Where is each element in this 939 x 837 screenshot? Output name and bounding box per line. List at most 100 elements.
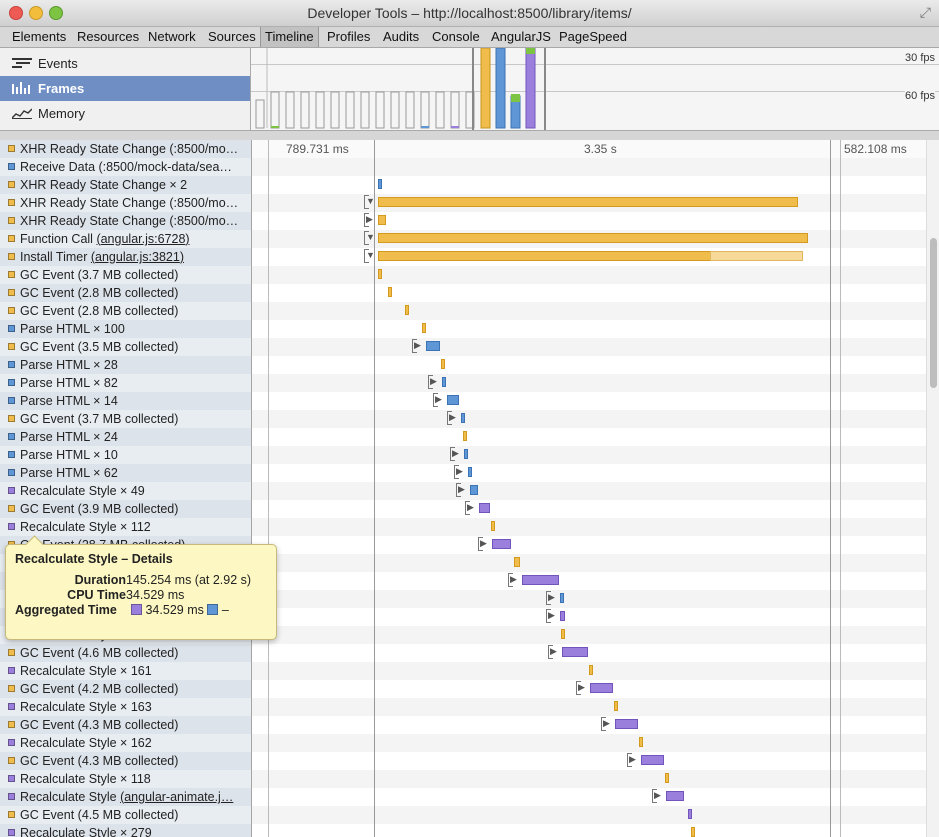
expand-toggle-icon[interactable]: ▶ [435,394,442,405]
timeline-row[interactable] [252,320,926,338]
record-row[interactable]: GC Event (4.3 MB collected) [0,752,251,770]
timeline-row[interactable] [252,590,926,608]
record-row[interactable]: Parse HTML × 82 [0,374,251,392]
record-row[interactable]: Recalculate Style × 162 [0,734,251,752]
record-bar[interactable] [691,827,695,837]
record-row[interactable]: Parse HTML × 62 [0,464,251,482]
timeline-row[interactable] [252,554,926,572]
record-bar[interactable] [422,323,426,333]
timeline-row[interactable] [252,500,926,518]
tab-profiles[interactable]: Profiles [327,27,370,47]
timeline-row[interactable] [252,338,926,356]
expand-toggle-icon[interactable]: ▶ [414,340,421,351]
record-bar[interactable] [378,179,382,189]
record-bar[interactable] [479,503,490,513]
record-row[interactable]: GC Event (2.8 MB collected) [0,284,251,302]
record-row[interactable]: Parse HTML × 14 [0,392,251,410]
timeline-row[interactable] [252,608,926,626]
timeline-row[interactable] [252,374,926,392]
timeline-row[interactable] [252,446,926,464]
expand-toggle-icon[interactable]: ▶ [550,646,557,657]
record-bar[interactable] [561,629,565,639]
record-bar[interactable] [378,215,386,225]
timeline-row[interactable] [252,698,926,716]
record-row[interactable]: XHR Ready State Change (:8500/mo… [0,140,251,158]
record-row[interactable]: Parse HTML × 24 [0,428,251,446]
timeline-row[interactable] [252,734,926,752]
record-row[interactable]: Parse HTML × 100 [0,320,251,338]
record-row[interactable]: GC Event (3.5 MB collected) [0,338,251,356]
record-bar[interactable] [463,431,467,441]
expand-toggle-icon[interactable]: ▶ [654,790,661,801]
record-row[interactable]: Recalculate Style × 161 [0,662,251,680]
vertical-scrollbar[interactable] [926,140,939,837]
record-bar[interactable] [514,557,520,567]
timeline-row[interactable] [252,410,926,428]
tab-sources[interactable]: Sources [208,27,256,47]
timeline-row[interactable] [252,536,926,554]
expand-toggle-icon[interactable]: ▶ [449,412,456,423]
record-bar[interactable] [615,719,638,729]
record-row[interactable]: GC Event (2.8 MB collected) [0,302,251,320]
record-row[interactable]: GC Event (3.7 MB collected) [0,266,251,284]
record-bar[interactable] [614,701,618,711]
source-link[interactable]: (angular-animate.j… [120,790,233,804]
tab-pagespeed[interactable]: PageSpeed [559,27,627,47]
tab-timeline[interactable]: Timeline [260,27,319,47]
tab-audits[interactable]: Audits [383,27,419,47]
timeline-row[interactable] [252,518,926,536]
record-bar[interactable] [470,485,478,495]
source-link[interactable]: (angular.js:6728) [96,232,189,246]
fullscreen-icon[interactable]: ⤢ [920,4,931,21]
record-bar[interactable] [378,197,798,207]
record-bar[interactable] [665,773,669,783]
record-row[interactable]: XHR Ready State Change (:8500/mo… [0,212,251,230]
expand-toggle-icon[interactable]: ▶ [456,466,463,477]
tab-network[interactable]: Network [148,27,196,47]
record-bar[interactable] [589,665,593,675]
timeline-row[interactable] [252,464,926,482]
record-bar[interactable] [590,683,613,693]
record-row[interactable]: Recalculate Style × 118 [0,770,251,788]
record-row[interactable]: GC Event (3.7 MB collected) [0,410,251,428]
record-row[interactable]: Recalculate Style × 163 [0,698,251,716]
record-bar[interactable] [426,341,440,351]
record-bar[interactable] [639,737,643,747]
timeline-row[interactable] [252,212,926,230]
timeline-row[interactable] [252,482,926,500]
expand-toggle-icon[interactable]: ▶ [430,376,437,387]
record-row[interactable]: Parse HTML × 10 [0,446,251,464]
timeline-row[interactable] [252,140,926,158]
record-bar[interactable] [666,791,684,801]
source-link[interactable]: (angular.js:3821) [91,250,184,264]
record-bar[interactable] [442,377,446,387]
record-row[interactable]: XHR Ready State Change × 2 [0,176,251,194]
record-list[interactable]: XHR Ready State Change (:8500/mo… Receive… [0,140,252,837]
timeline-row[interactable] [252,770,926,788]
timeline-row[interactable] [252,302,926,320]
timeline-row[interactable] [252,158,926,176]
tab-elements[interactable]: Elements [12,27,66,47]
timeline-graph[interactable]: 789.731 ms 3.35 s 582.108 ms ▼ ▶ ▼ ▼ ▶ ▶ ▶ ▶ ▶ ▶ ▶… [252,140,926,837]
record-bar[interactable] [441,359,445,369]
record-row[interactable]: Function Call (angular.js:6728) [0,230,251,248]
record-row[interactable]: GC Event (4.2 MB collected) [0,680,251,698]
overview-frames[interactable]: Frames [0,76,250,101]
record-row[interactable]: Parse HTML × 28 [0,356,251,374]
record-row[interactable]: GC Event (4.6 MB collected) [0,644,251,662]
record-row[interactable]: Recalculate Style × 279 [0,824,251,837]
timeline-row[interactable] [252,806,926,824]
record-row[interactable]: XHR Ready State Change (:8500/mo… [0,194,251,212]
expand-toggle-icon[interactable]: ▶ [480,538,487,549]
record-bar[interactable] [447,395,459,405]
record-row[interactable]: Recalculate Style × 49 [0,482,251,500]
record-bar[interactable] [560,593,564,603]
expand-toggle-icon[interactable]: ▶ [629,754,636,765]
scrollbar-thumb[interactable] [930,238,937,388]
record-bar[interactable] [641,755,664,765]
record-bar[interactable] [388,287,392,297]
record-bar[interactable] [522,575,559,585]
record-bar[interactable] [468,467,472,477]
timeline-row[interactable] [252,752,926,770]
record-bar[interactable] [461,413,465,423]
